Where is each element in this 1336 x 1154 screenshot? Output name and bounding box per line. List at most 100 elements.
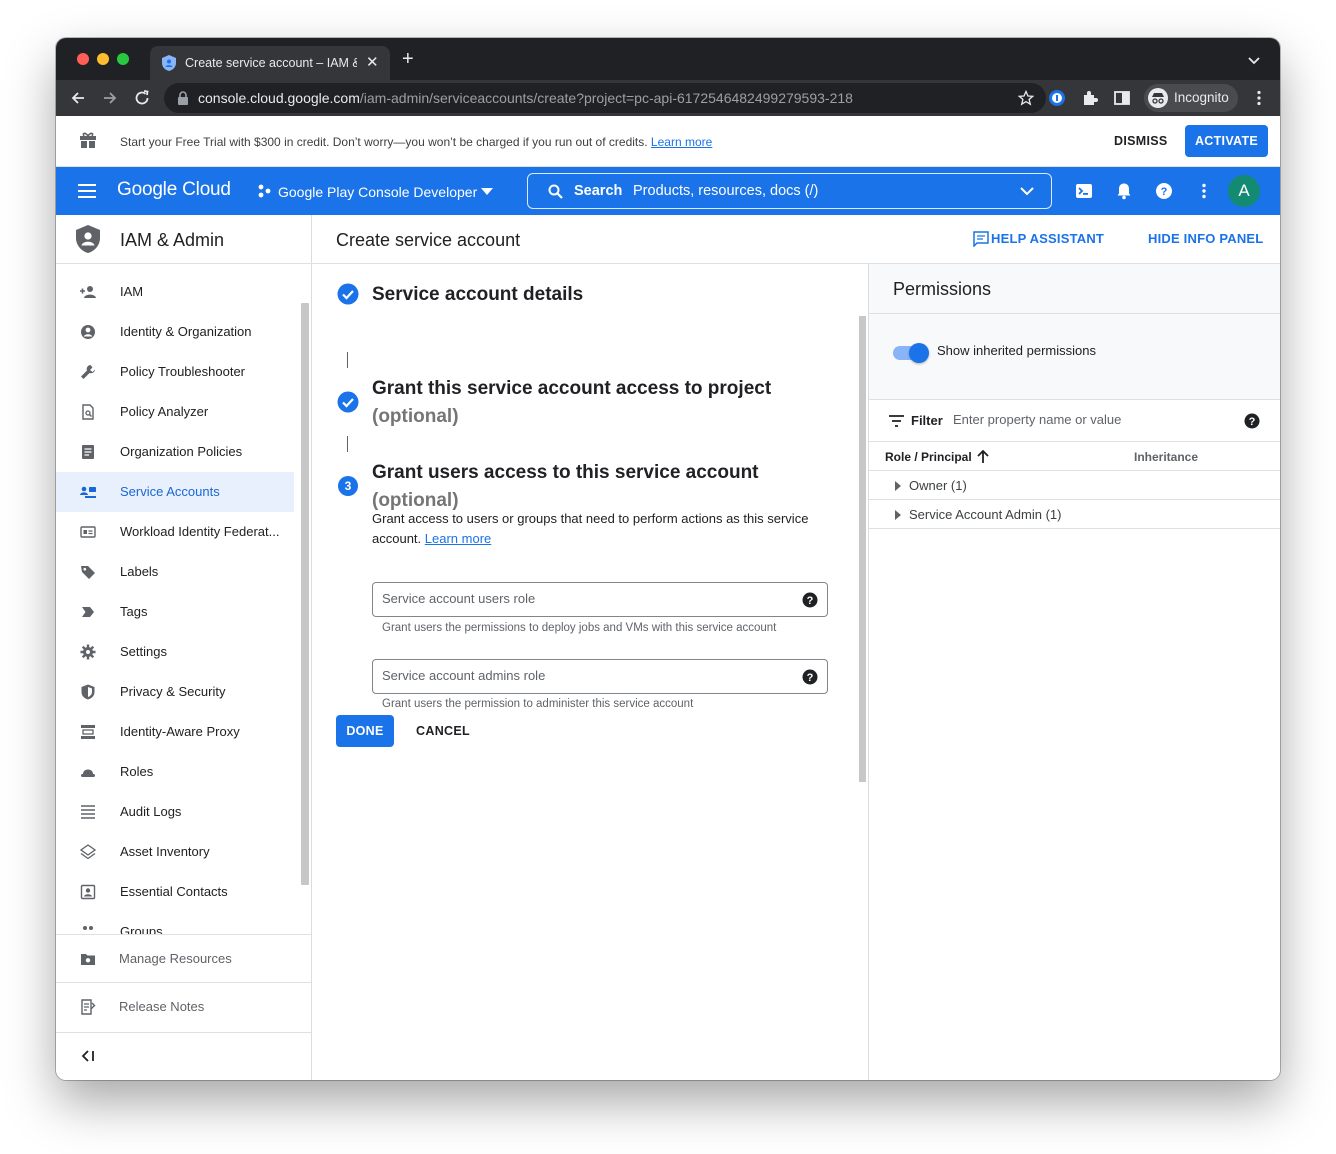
hide-info-panel-button[interactable]: HIDE INFO PANEL bbox=[1148, 231, 1263, 246]
banner-learn-more-link[interactable]: Learn more bbox=[651, 135, 712, 149]
label-icon bbox=[81, 566, 95, 579]
table-row[interactable]: Service Account Admin (1) bbox=[869, 500, 1280, 529]
forward-arrow-icon[interactable] bbox=[101, 89, 119, 107]
help-circle-icon[interactable]: ? bbox=[802, 592, 818, 608]
back-arrow-icon[interactable] bbox=[69, 89, 87, 107]
step3-number-badge: 3 bbox=[338, 476, 358, 496]
layers-icon bbox=[80, 844, 96, 860]
browser-tab-active[interactable]: Create service account – IAM & Admin ✕ bbox=[150, 46, 390, 80]
help-assistant-button[interactable]: HELP ASSISTANT bbox=[991, 231, 1104, 246]
sidebar-item-settings[interactable]: Settings bbox=[56, 632, 294, 672]
svg-text:?: ? bbox=[1249, 416, 1256, 428]
help-icon[interactable]: ? bbox=[1155, 182, 1173, 200]
gear-icon bbox=[80, 644, 96, 660]
search-bar[interactable]: Search Products, resources, docs (/) bbox=[527, 173, 1052, 209]
chevron-down-icon[interactable] bbox=[1020, 187, 1034, 196]
gift-icon bbox=[80, 132, 96, 148]
expand-caret-icon[interactable] bbox=[895, 481, 901, 491]
admins-role-input[interactable] bbox=[382, 668, 782, 683]
sidebar-item-policy-analyzer[interactable]: Policy Analyzer bbox=[56, 392, 294, 432]
notifications-bell-icon[interactable] bbox=[1115, 182, 1133, 200]
filter-input[interactable] bbox=[953, 412, 1233, 427]
activate-button[interactable]: ACTIVATE bbox=[1185, 125, 1268, 157]
sidebar-item-label: Organization Policies bbox=[120, 444, 243, 459]
step3-description: Grant access to users or groups that nee… bbox=[372, 509, 822, 549]
chat-icon[interactable] bbox=[973, 231, 989, 247]
close-tab-icon[interactable]: ✕ bbox=[366, 53, 379, 71]
address-bar[interactable]: console.cloud.google.com/iam-admin/servi… bbox=[164, 83, 1046, 113]
cancel-button[interactable]: CANCEL bbox=[408, 715, 478, 747]
sidebar-item-organization-policies[interactable]: Organization Policies bbox=[56, 432, 294, 472]
sidebar-item-tags[interactable]: Tags bbox=[56, 592, 294, 632]
sidebar-item-label: Settings bbox=[120, 644, 167, 659]
step2-title[interactable]: Grant this service account access to pro… bbox=[372, 378, 771, 400]
sidebar-release-notes[interactable]: Release Notes bbox=[56, 982, 311, 1030]
done-button[interactable]: DONE bbox=[336, 715, 394, 747]
expand-caret-icon[interactable] bbox=[895, 510, 901, 520]
account-avatar[interactable]: A bbox=[1228, 175, 1260, 207]
sidebar-item-roles[interactable]: Roles bbox=[56, 752, 294, 792]
sidebar-item-service-accounts[interactable]: Service Accounts bbox=[56, 472, 294, 512]
close-window-button[interactable] bbox=[77, 53, 89, 65]
users-role-field[interactable]: ? bbox=[372, 582, 828, 617]
google-cloud-logo[interactable]: Google Cloud bbox=[117, 179, 231, 201]
sidebar-scrollbar[interactable] bbox=[301, 303, 309, 885]
sidebar-nav: IAM Identity & Organization Policy Troub… bbox=[56, 264, 312, 934]
sidebar-item-identity-aware-proxy[interactable]: Identity-Aware Proxy bbox=[56, 712, 294, 752]
sidebar-item-policy-troubleshooter[interactable]: Policy Troubleshooter bbox=[56, 352, 294, 392]
sidebar-item-groups[interactable]: Groups bbox=[56, 912, 294, 934]
sidebar-item-label: Groups bbox=[120, 924, 163, 934]
learn-more-link[interactable]: Learn more bbox=[425, 531, 491, 546]
hamburger-menu-icon[interactable] bbox=[78, 183, 98, 199]
dismiss-button[interactable]: DISMISS bbox=[1114, 134, 1168, 148]
sidebar-item-iam[interactable]: IAM bbox=[56, 272, 294, 312]
side-panel-icon[interactable] bbox=[1113, 89, 1131, 107]
bookmark-star-icon[interactable] bbox=[1018, 90, 1034, 106]
filter-label: Filter bbox=[911, 413, 943, 428]
browser-toolbar: console.cloud.google.com/iam-admin/servi… bbox=[56, 80, 1280, 116]
help-circle-icon[interactable]: ? bbox=[802, 669, 818, 685]
lock-icon[interactable] bbox=[177, 91, 189, 105]
browser-menu-icon[interactable] bbox=[1250, 89, 1268, 107]
column-header-role-principal[interactable]: Role / Principal bbox=[885, 450, 972, 464]
role-row-label: Owner (1) bbox=[909, 478, 967, 493]
more-options-icon[interactable] bbox=[1195, 182, 1213, 200]
project-dropdown-icon[interactable] bbox=[481, 188, 493, 196]
main-scrollbar[interactable] bbox=[859, 316, 866, 782]
sidebar-manage-resources[interactable]: Manage Resources bbox=[56, 934, 311, 982]
users-role-input[interactable] bbox=[382, 591, 782, 606]
password-manager-icon[interactable] bbox=[1048, 89, 1066, 107]
release-notes-icon bbox=[81, 999, 96, 1015]
admins-role-field[interactable]: ? bbox=[372, 659, 828, 694]
incognito-badge[interactable]: Incognito bbox=[1144, 84, 1238, 112]
sort-arrow-up-icon[interactable] bbox=[976, 449, 990, 464]
step1-title[interactable]: Service account details bbox=[372, 284, 583, 306]
sidebar-item-identity-organization[interactable]: Identity & Organization bbox=[56, 312, 294, 352]
reload-icon[interactable] bbox=[133, 89, 151, 107]
info-panel-title: Permissions bbox=[893, 279, 992, 299]
maximize-window-button[interactable] bbox=[117, 53, 129, 65]
info-panel: Permissions Show inherited permissions F… bbox=[868, 264, 1280, 1080]
chevron-down-icon[interactable] bbox=[1248, 54, 1260, 66]
table-row[interactable]: Owner (1) bbox=[869, 471, 1280, 500]
show-inherited-toggle[interactable] bbox=[893, 343, 929, 363]
extensions-puzzle-icon[interactable] bbox=[1081, 89, 1099, 107]
minimize-window-button[interactable] bbox=[97, 53, 109, 65]
step3-title: Grant users access to this service accou… bbox=[372, 462, 759, 483]
help-circle-icon[interactable]: ? bbox=[1244, 413, 1260, 429]
sidebar-item-audit-logs[interactable]: Audit Logs bbox=[56, 792, 294, 832]
sidebar-item-labels[interactable]: Labels bbox=[56, 552, 294, 592]
sidebar-item-essential-contacts[interactable]: Essential Contacts bbox=[56, 872, 294, 912]
sidebar-item-privacy-security[interactable]: Privacy & Security bbox=[56, 672, 294, 712]
users-role-hint: Grant users the permissions to deploy jo… bbox=[382, 622, 777, 634]
sidebar-item-asset-inventory[interactable]: Asset Inventory bbox=[56, 832, 294, 872]
project-selector[interactable]: Google Play Console Developer bbox=[278, 184, 477, 200]
cloud-shell-icon[interactable] bbox=[1075, 182, 1093, 200]
cloud-header: Google Cloud Google Play Console Develop… bbox=[56, 167, 1280, 215]
sidebar-item-label: IAM bbox=[120, 284, 144, 299]
search-icon bbox=[548, 184, 563, 199]
collapse-sidebar-button[interactable] bbox=[56, 1032, 311, 1080]
sidebar-item-workload-identity[interactable]: Workload Identity Federat... bbox=[56, 512, 294, 552]
permissions-table-header: Role / Principal Inheritance bbox=[869, 442, 1280, 471]
new-tab-button[interactable]: + bbox=[402, 49, 414, 69]
